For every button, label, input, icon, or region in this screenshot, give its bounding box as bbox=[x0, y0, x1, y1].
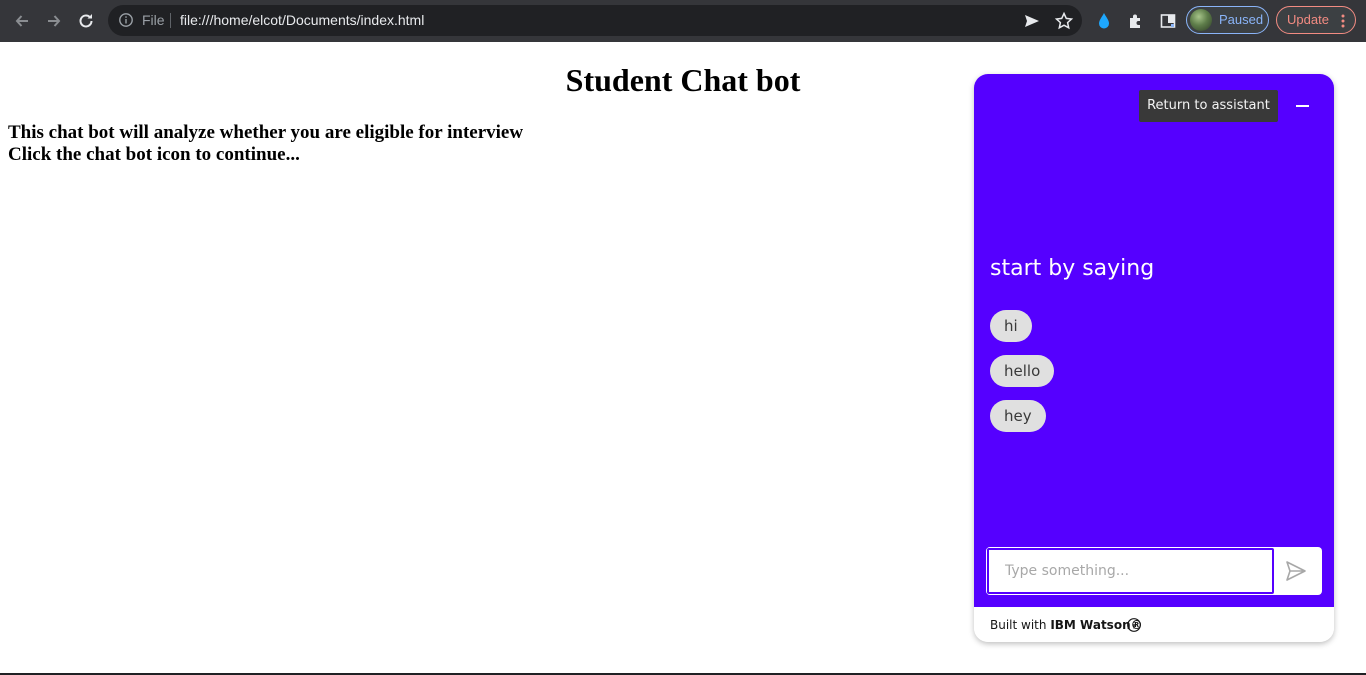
profile-status-label: Paused bbox=[1219, 12, 1264, 27]
minimize-icon bbox=[1295, 105, 1309, 107]
update-label: Update bbox=[1287, 12, 1329, 27]
avatar bbox=[1190, 9, 1212, 31]
address-bar[interactable]: File file:///home/elcot/Documents/index.… bbox=[108, 5, 1082, 36]
side-panel-icon[interactable] bbox=[1157, 10, 1179, 32]
prompt-title: start by saying bbox=[990, 256, 1155, 281]
chat-conversation-panel: Return to assistant start by saying hi h… bbox=[974, 74, 1334, 607]
forward-arrow-icon[interactable] bbox=[42, 9, 66, 33]
url-scheme-label: File bbox=[142, 12, 165, 28]
powered-by-text: Built with IBM Watson® bbox=[990, 607, 1143, 642]
chat-widget: Return to assistant start by saying hi h… bbox=[974, 74, 1334, 642]
option-button-hey[interactable]: hey bbox=[990, 400, 1046, 432]
description-line-2: Click the chat bot icon to continue... bbox=[8, 144, 300, 165]
url-separator bbox=[170, 13, 171, 28]
reload-icon[interactable] bbox=[74, 9, 98, 33]
send-to-devices-icon[interactable] bbox=[1022, 11, 1042, 31]
back-arrow-icon[interactable] bbox=[10, 9, 34, 33]
chat-message-input[interactable] bbox=[987, 548, 1274, 594]
page-description: This chat bot will analyze whether you a… bbox=[8, 122, 523, 166]
profile-button[interactable]: Paused bbox=[1186, 6, 1269, 34]
powered-by-prefix: Built with bbox=[990, 618, 1047, 632]
return-to-assistant-tooltip: Return to assistant bbox=[1139, 90, 1278, 122]
water-drop-extension-icon[interactable] bbox=[1093, 10, 1115, 32]
browser-toolbar: File file:///home/elcot/Documents/index.… bbox=[0, 0, 1366, 42]
update-button[interactable]: Update bbox=[1276, 6, 1356, 34]
minimize-button[interactable] bbox=[1290, 94, 1314, 118]
send-icon[interactable] bbox=[1284, 559, 1308, 583]
chat-footer: Built with IBM Watson® bbox=[974, 607, 1334, 642]
site-info-icon[interactable] bbox=[118, 12, 134, 28]
bookmark-star-icon[interactable] bbox=[1054, 11, 1074, 31]
option-button-hello[interactable]: hello bbox=[990, 355, 1055, 387]
option-button-hi[interactable]: hi bbox=[990, 310, 1032, 342]
kebab-menu-icon[interactable] bbox=[1340, 13, 1346, 29]
url-text[interactable]: file:///home/elcot/Documents/index.html bbox=[180, 5, 424, 36]
extensions-puzzle-icon[interactable] bbox=[1125, 10, 1147, 32]
info-icon[interactable] bbox=[1126, 617, 1142, 633]
description-line-1: This chat bot will analyze whether you a… bbox=[8, 122, 524, 143]
chat-input-container bbox=[986, 547, 1322, 595]
